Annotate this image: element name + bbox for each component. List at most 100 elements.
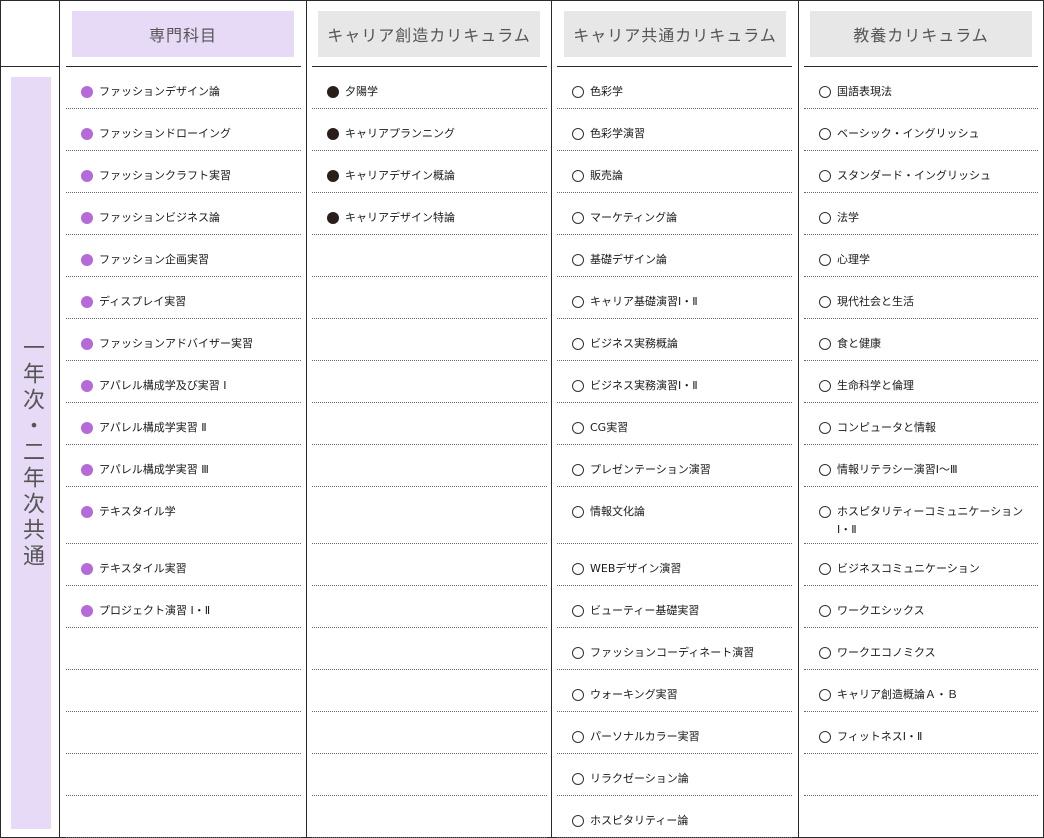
course-label: アパレル構成学実習 Ⅱ bbox=[99, 421, 207, 434]
course-item: ファッションドローイング bbox=[81, 125, 295, 143]
course-label: WEBデザイン演習 bbox=[590, 562, 682, 575]
course-item: プレゼンテーション演習 bbox=[572, 461, 786, 479]
empty-row bbox=[312, 319, 547, 361]
open-circle-icon bbox=[819, 731, 831, 743]
course-label: ウォーキング実習 bbox=[590, 688, 678, 701]
empty-row bbox=[312, 445, 547, 487]
filled-circle-icon bbox=[81, 86, 93, 98]
open-circle-icon bbox=[819, 128, 831, 140]
course-label: フィットネスⅠ・Ⅱ bbox=[837, 730, 923, 743]
course-row: ワークエコノミクス bbox=[804, 628, 1038, 670]
course-row: ディスプレイ実習 bbox=[66, 277, 301, 319]
course-row: キャリアデザイン概論 bbox=[312, 151, 547, 193]
course-item: ファッション企画実習 bbox=[81, 251, 295, 269]
course-row: キャリア創造概論Ａ・Ｂ bbox=[804, 670, 1038, 712]
course-item: CG実習 bbox=[572, 419, 786, 437]
course-item: 心理学 bbox=[819, 251, 1032, 269]
course-item: キャリア基礎演習Ⅰ・Ⅱ bbox=[572, 293, 786, 311]
course-label: キャリアデザイン概論 bbox=[345, 169, 455, 182]
open-circle-icon bbox=[819, 212, 831, 224]
course-label: ファッションコーディネート演習 bbox=[590, 646, 755, 659]
course-item: キャリアデザイン概論 bbox=[327, 167, 541, 185]
course-row: アパレル構成学実習 Ⅱ bbox=[66, 403, 301, 445]
open-circle-icon bbox=[819, 338, 831, 350]
filled-circle-icon bbox=[327, 212, 339, 224]
course-label: アパレル構成学実習 Ⅲ bbox=[99, 463, 209, 476]
open-circle-icon bbox=[572, 815, 584, 827]
empty-row bbox=[66, 628, 301, 670]
course-row: パーソナルカラー実習 bbox=[557, 712, 792, 754]
course-label: ビジネス実務演習Ⅰ・Ⅱ bbox=[590, 379, 698, 392]
course-item: 色彩学演習 bbox=[572, 125, 786, 143]
course-label: ディスプレイ実習 bbox=[99, 295, 187, 308]
course-label: スタンダード・イングリッシュ bbox=[837, 169, 991, 182]
course-label: ホスピタリティー論 bbox=[590, 814, 689, 827]
empty-row bbox=[312, 712, 547, 754]
course-row: ファッションドローイング bbox=[66, 109, 301, 151]
course-row: 現代社会と生活 bbox=[804, 277, 1038, 319]
column-divider bbox=[306, 1, 307, 837]
filled-circle-icon bbox=[81, 254, 93, 266]
empty-row bbox=[312, 670, 547, 712]
empty-row bbox=[312, 796, 547, 838]
empty-row bbox=[312, 487, 547, 544]
empty-row bbox=[66, 796, 301, 838]
empty-row bbox=[312, 235, 547, 277]
career-creation-column: 夕陽学キャリアプランニングキャリアデザイン概論 キャリアデザイン特論 bbox=[312, 67, 547, 838]
course-row: キャリアプランニング bbox=[312, 109, 547, 151]
filled-circle-icon bbox=[81, 464, 93, 476]
header-liberal-arts: 教養カリキュラム bbox=[810, 11, 1032, 57]
column-divider bbox=[551, 1, 552, 837]
filled-circle-icon bbox=[327, 128, 339, 140]
course-label: ホスピタリティーコミュニケーションⅠ・Ⅱ bbox=[837, 505, 1024, 536]
course-row: ファッションコーディネート演習 bbox=[557, 628, 792, 670]
empty-row bbox=[66, 754, 301, 796]
course-item: ベーシック・イングリッシュ bbox=[819, 125, 1032, 143]
course-label: ビジネスコミュニケーション bbox=[837, 562, 980, 575]
course-row: 情報文化論 bbox=[557, 487, 792, 544]
empty-row bbox=[804, 754, 1038, 796]
empty-row bbox=[66, 670, 301, 712]
course-row: 夕陽学 bbox=[312, 67, 547, 109]
course-item: フィットネスⅠ・Ⅱ bbox=[819, 728, 1032, 746]
column-divider bbox=[798, 1, 799, 837]
course-row: 基礎デザイン論 bbox=[557, 235, 792, 277]
open-circle-icon bbox=[819, 296, 831, 308]
liberal-arts-column: 国語表現法 ベーシック・イングリッシュ スタンダード・イングリッシュ 法学 心理学 現代社… bbox=[804, 67, 1038, 796]
course-row: テキスタイル実習 bbox=[66, 544, 301, 586]
course-row: キャリア基礎演習Ⅰ・Ⅱ bbox=[557, 277, 792, 319]
course-row: CG実習 bbox=[557, 403, 792, 445]
course-row: ファッションアドバイザー実習 bbox=[66, 319, 301, 361]
course-row: ファッションビジネス論 bbox=[66, 193, 301, 235]
course-row: 色彩学 bbox=[557, 67, 792, 109]
course-label: リラクゼーション論 bbox=[590, 772, 689, 785]
course-label: ファッションクラフト実習 bbox=[99, 169, 231, 182]
course-label: キャリアデザイン特論 bbox=[345, 211, 455, 224]
filled-circle-icon bbox=[81, 170, 93, 182]
course-item: 現代社会と生活 bbox=[819, 293, 1032, 311]
course-row: ビジネスコミュニケーション bbox=[804, 544, 1038, 586]
course-item: ディスプレイ実習 bbox=[81, 293, 295, 311]
open-circle-icon bbox=[819, 380, 831, 392]
course-item: 情報文化論 bbox=[572, 503, 786, 521]
course-label: 生命科学と倫理 bbox=[837, 379, 914, 392]
course-item: ウォーキング実習 bbox=[572, 686, 786, 704]
course-item: ファッションクラフト実習 bbox=[81, 167, 295, 185]
corner-divider bbox=[1, 66, 59, 67]
course-label: 基礎デザイン論 bbox=[590, 253, 667, 266]
course-item: アパレル構成学及び実習 Ⅰ bbox=[81, 377, 295, 395]
open-circle-icon bbox=[572, 605, 584, 617]
course-item: 情報リテラシー演習Ⅰ～Ⅲ bbox=[819, 461, 1032, 479]
course-label: 色彩学 bbox=[590, 85, 623, 98]
course-label: ファッションアドバイザー実習 bbox=[99, 337, 253, 350]
course-item: プロジェクト演習 Ⅰ・Ⅱ bbox=[81, 602, 295, 620]
course-row: ファッション企画実習 bbox=[66, 235, 301, 277]
course-item: キャリアプランニング bbox=[327, 125, 541, 143]
empty-row bbox=[312, 361, 547, 403]
course-label: キャリア基礎演習Ⅰ・Ⅱ bbox=[590, 295, 698, 308]
header-specialty: 専門科目 bbox=[72, 11, 294, 57]
course-label: ワークエコノミクス bbox=[837, 646, 936, 659]
course-label: 情報文化論 bbox=[590, 505, 645, 518]
course-row: 法学 bbox=[804, 193, 1038, 235]
course-row: 食と健康 bbox=[804, 319, 1038, 361]
